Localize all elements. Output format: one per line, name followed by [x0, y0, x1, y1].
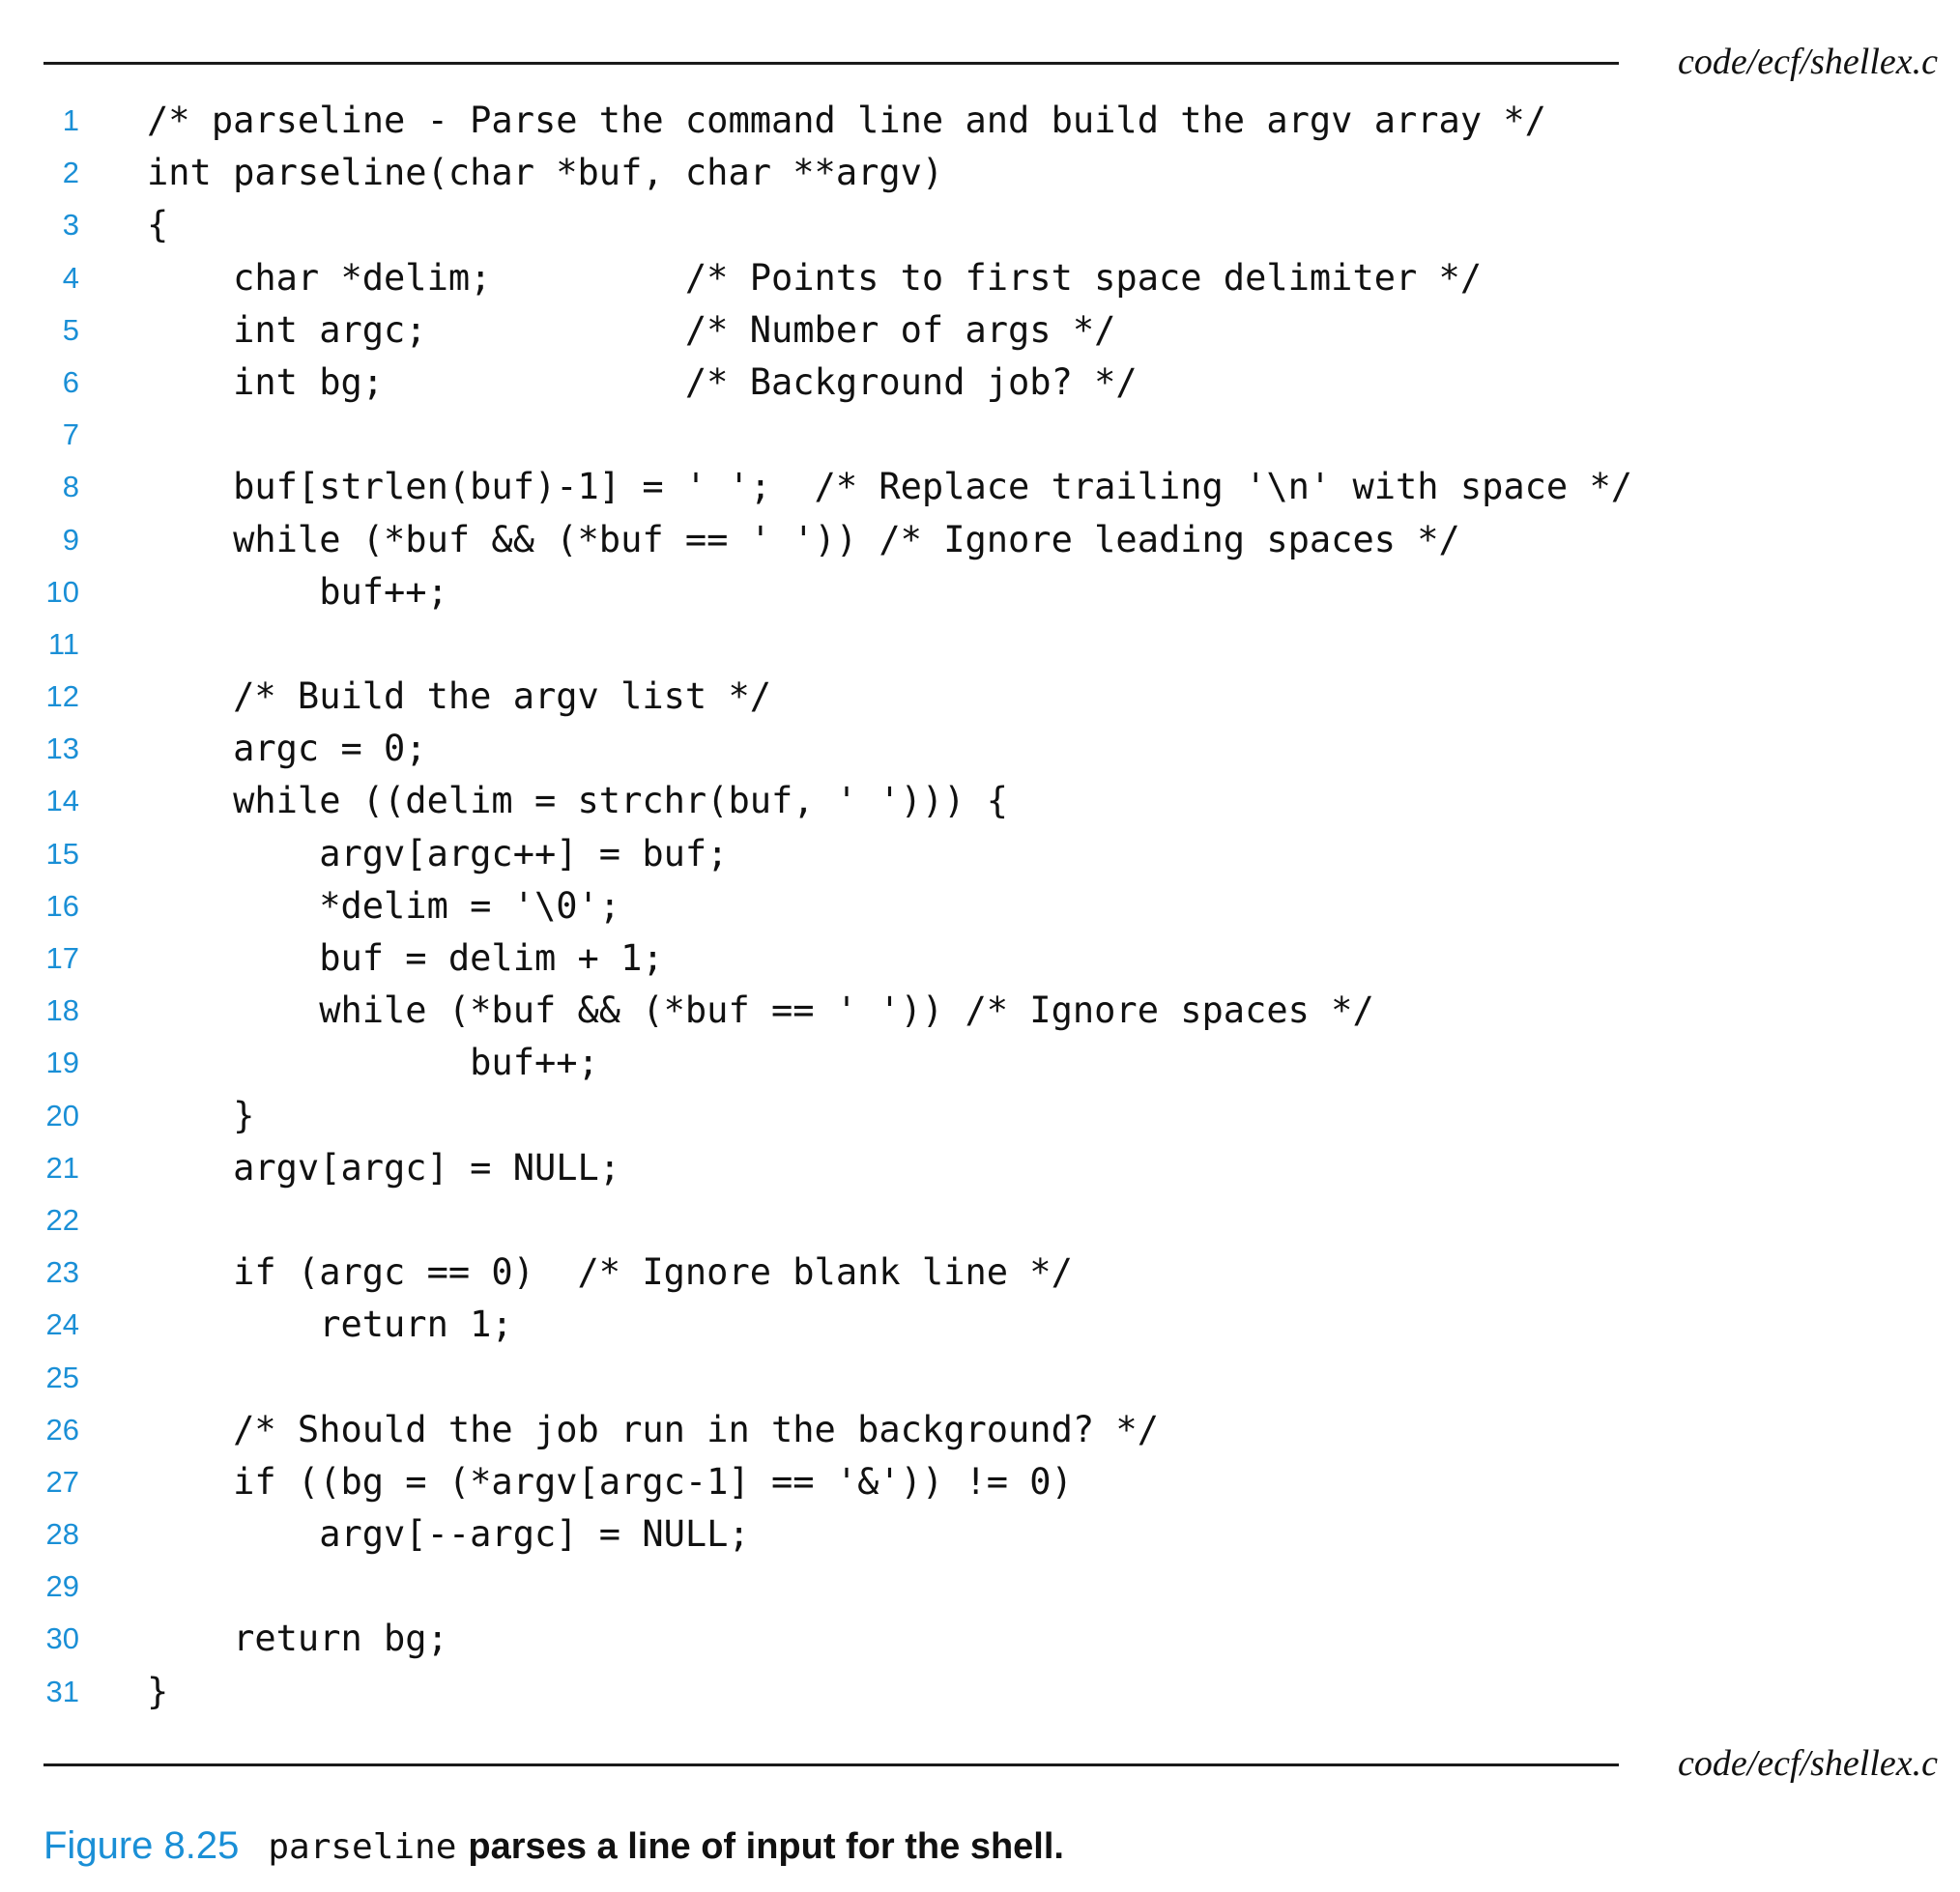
line-code-text: buf++; [147, 570, 448, 613]
code-line: 4 char *delim; /* Points to first space … [0, 252, 1960, 304]
code-line: 14 while ((delim = strchr(buf, ' '))) { [0, 775, 1960, 827]
line-number: 11 [47, 626, 79, 661]
line-code-text: char *delim; /* Points to first space de… [147, 256, 1483, 299]
line-number: 18 [45, 993, 79, 1028]
bottom-rule-footer: code/ecf/shellex.c [43, 1734, 1938, 1792]
code-line: 19 buf++; [0, 1037, 1960, 1089]
line-number: 26 [45, 1412, 79, 1447]
line-number: 24 [45, 1307, 79, 1342]
code-line: 8 buf[strlen(buf)-1] = ' '; /* Replace t… [0, 461, 1960, 513]
line-code-text: while (*buf && (*buf == ' ')) /* Ignore … [147, 518, 1460, 560]
line-number: 25 [45, 1360, 79, 1394]
line-number: 17 [45, 941, 79, 975]
line-code-text: while ((delim = strchr(buf, ' '))) { [147, 780, 1009, 822]
line-number: 28 [45, 1517, 79, 1552]
line-code-text: { [147, 204, 169, 246]
line-code-text: } [147, 1670, 169, 1712]
code-line: 16 *delim = '\0'; [0, 880, 1960, 932]
line-number: 9 [62, 522, 79, 557]
line-code-text: /* Should the job run in the background?… [147, 1408, 1159, 1450]
line-number: 10 [45, 574, 79, 609]
code-line: 23 if (argc == 0) /* Ignore blank line *… [0, 1247, 1960, 1299]
line-number: 13 [45, 731, 79, 766]
line-code-text: argc = 0; [147, 728, 427, 770]
code-line: 2 int parseline(char *buf, char **argv) [0, 147, 1960, 199]
line-number: 20 [45, 1098, 79, 1132]
code-line: 27 if ((bg = (*argv[argc-1] == '&')) != … [0, 1456, 1960, 1508]
code-line: 26 /* Should the job run in the backgrou… [0, 1404, 1960, 1456]
line-code-text: argv[argc] = NULL; [147, 1146, 621, 1189]
line-number: 12 [45, 679, 79, 714]
code-line: 7 [0, 409, 1960, 461]
line-number: 6 [62, 364, 79, 399]
code-line: 25 [0, 1352, 1960, 1404]
code-line: 21 argv[argc] = NULL; [0, 1142, 1960, 1194]
top-divider-line [43, 62, 1619, 65]
line-number: 22 [45, 1202, 79, 1237]
line-code-text: return bg; [147, 1618, 448, 1660]
code-line: 24 return 1; [0, 1299, 1960, 1351]
line-code-text: argv[argc++] = buf; [147, 832, 729, 874]
figure-caption-code: parseline [268, 1827, 457, 1867]
line-number: 15 [45, 836, 79, 871]
line-number: 23 [45, 1255, 79, 1290]
line-number: 29 [45, 1569, 79, 1604]
bottom-divider-line [43, 1763, 1619, 1766]
line-code-text: argv[--argc] = NULL; [147, 1513, 750, 1556]
line-number: 31 [45, 1674, 79, 1708]
line-number: 27 [45, 1464, 79, 1499]
line-code-text: int bg; /* Background job? */ [147, 360, 1138, 403]
line-number: 7 [62, 417, 79, 452]
line-code-text: if (argc == 0) /* Ignore blank line */ [147, 1251, 1073, 1294]
line-number: 4 [62, 260, 79, 295]
code-line: 18 while (*buf && (*buf == ' ')) /* Igno… [0, 985, 1960, 1037]
code-line: 12 /* Build the argv list */ [0, 671, 1960, 723]
line-code-text: } [147, 1094, 255, 1136]
line-code-text: while (*buf && (*buf == ' ')) /* Ignore … [147, 989, 1374, 1032]
code-line: 30 return bg; [0, 1613, 1960, 1665]
figure-label: Figure 8.25 [43, 1824, 240, 1867]
code-line: 13 argc = 0; [0, 723, 1960, 775]
line-code-text: *delim = '\0'; [147, 884, 621, 927]
line-code-text: /* parseline - Parse the command line an… [147, 100, 1546, 141]
line-code-text: int argc; /* Number of args */ [147, 308, 1116, 351]
code-line: 11 [0, 618, 1960, 671]
figure-caption-text: parses a line of input for the shell. [468, 1826, 1064, 1867]
code-line: 6 int bg; /* Background job? */ [0, 357, 1960, 409]
bottom-filename-label: code/ecf/shellex.c [1677, 1743, 1938, 1784]
line-code-text: buf = delim + 1; [147, 937, 664, 979]
line-number: 1 [62, 103, 79, 137]
line-number: 5 [62, 312, 79, 347]
code-line: 20 } [0, 1090, 1960, 1142]
line-code-text: int parseline(char *buf, char **argv) [147, 152, 944, 194]
line-number: 21 [45, 1150, 79, 1185]
code-line: 22 [0, 1194, 1960, 1247]
top-rule-header: code/ecf/shellex.c [43, 33, 1938, 91]
top-filename-label: code/ecf/shellex.c [1677, 42, 1938, 82]
line-code-text: if ((bg = (*argv[argc-1] == '&')) != 0) [147, 1460, 1073, 1503]
line-number: 19 [45, 1046, 79, 1080]
code-line: 5 int argc; /* Number of args */ [0, 304, 1960, 357]
line-code-text: buf++; [147, 1042, 599, 1084]
code-line: 3{ [0, 199, 1960, 251]
code-line: 9 while (*buf && (*buf == ' ')) /* Ignor… [0, 514, 1960, 566]
line-number: 30 [45, 1621, 79, 1656]
code-line: 28 argv[--argc] = NULL; [0, 1508, 1960, 1561]
line-number: 16 [45, 888, 79, 923]
line-number: 14 [45, 784, 79, 818]
code-line: 15 argv[argc++] = buf; [0, 828, 1960, 880]
line-code-text: /* Build the argv list */ [147, 675, 772, 718]
line-number: 2 [62, 156, 79, 190]
code-line: 31} [0, 1666, 1960, 1718]
code-line: 1 /* parseline - Parse the command line a… [0, 95, 1960, 147]
line-code-text: buf[strlen(buf)-1] = ' '; /* Replace tra… [147, 466, 1633, 508]
line-code-text: return 1; [147, 1304, 513, 1346]
code-line: 29 [0, 1561, 1960, 1613]
code-line: 10 buf++; [0, 566, 1960, 618]
line-number: 8 [62, 470, 79, 504]
figure-caption: Figure 8.25 parseline parses a line of inp… [43, 1817, 1064, 1883]
code-line: 17 buf = delim + 1; [0, 932, 1960, 985]
code-listing: 1 /* parseline - Parse the command line a… [0, 95, 1960, 1718]
line-number: 3 [62, 208, 79, 243]
